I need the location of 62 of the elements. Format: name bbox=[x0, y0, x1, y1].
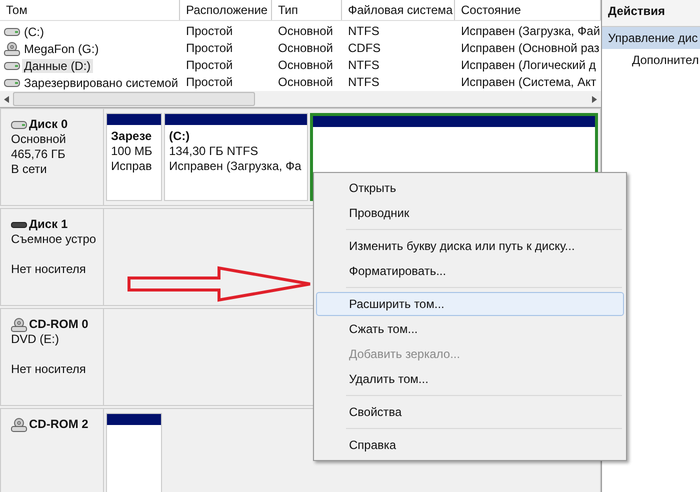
table-cell-text: Простой bbox=[185, 23, 234, 40]
volume-name[interactable]: (C:) bbox=[22, 24, 46, 38]
table-cell-text: Простой bbox=[185, 74, 234, 91]
table-cell-text: Основной bbox=[277, 23, 334, 40]
column-header[interactable]: Состояние bbox=[455, 0, 601, 20]
menu-item[interactable]: Форматировать... bbox=[316, 259, 624, 283]
menu-item[interactable]: Открыть bbox=[316, 176, 624, 200]
table-cell-text: NTFS bbox=[347, 23, 380, 40]
disk-info: Съемное устро bbox=[11, 232, 96, 246]
disk-info: Основной bbox=[11, 132, 66, 146]
volume-name[interactable]: Данные (D:) bbox=[22, 58, 93, 72]
volume-name[interactable]: Зарезервировано системой bbox=[22, 76, 180, 90]
drive-icon bbox=[11, 120, 27, 130]
disk-info: DVD (E:) bbox=[11, 332, 59, 346]
action-item[interactable]: Дополнител bbox=[602, 49, 700, 71]
menu-item[interactable]: Удалить том... bbox=[316, 367, 624, 391]
table-cell-text: Простой bbox=[185, 40, 234, 57]
menu-item[interactable]: Справка bbox=[316, 433, 624, 457]
menu-item[interactable]: Сжать том... bbox=[316, 317, 624, 341]
partition-block[interactable] bbox=[106, 413, 162, 492]
table-cell-text: CDFS bbox=[347, 40, 382, 57]
drive-icon bbox=[4, 78, 20, 88]
partition-block[interactable]: Зарезе 100 МБ Исправ bbox=[106, 113, 162, 201]
column-header[interactable]: Тип bbox=[272, 0, 342, 20]
menu-item[interactable]: Свойства bbox=[316, 400, 624, 424]
menu-item[interactable]: Расширить том... bbox=[316, 292, 624, 316]
action-item[interactable]: Управление дис bbox=[602, 27, 700, 49]
partition-block[interactable]: (C:) 134,30 ГБ NTFS Исправен (Загрузка, Фа bbox=[164, 113, 308, 201]
table-cell-text: Исправен (Система, Акт bbox=[460, 74, 598, 91]
table-cell-text: Исправен (Основной раз bbox=[460, 40, 600, 57]
cd-drive-icon bbox=[11, 418, 27, 432]
cd-drive-icon bbox=[4, 42, 20, 56]
drive-icon bbox=[4, 60, 20, 70]
drive-icon bbox=[4, 26, 20, 36]
disk-info: В сети bbox=[11, 162, 47, 176]
menu-item[interactable]: Проводник bbox=[316, 201, 624, 225]
disk-media-status: Нет носителя bbox=[11, 262, 86, 276]
table-cell-text: NTFS bbox=[347, 74, 380, 91]
table-cell-text: Исправен (Загрузка, Фай bbox=[460, 23, 601, 40]
column-header[interactable]: Том bbox=[0, 0, 180, 20]
volume-name[interactable]: MegaFon (G:) bbox=[22, 42, 101, 56]
table-cell-text: NTFS bbox=[347, 57, 380, 74]
disk-name: Диск 1 bbox=[29, 217, 68, 232]
disk-name: Диск 0 bbox=[29, 117, 68, 132]
disk-media-status: Нет носителя bbox=[11, 362, 86, 376]
disk-name: CD-ROM 0 bbox=[29, 317, 88, 332]
disk-name: CD-ROM 2 bbox=[29, 417, 88, 432]
disk-info: 465,76 ГБ bbox=[11, 147, 66, 161]
table-cell-text: Основной bbox=[277, 74, 334, 91]
table-cell-text: Основной bbox=[277, 40, 334, 57]
scroll-left-icon[interactable] bbox=[4, 96, 9, 102]
table-cell-text: Основной bbox=[277, 57, 334, 74]
scroll-right-icon[interactable] bbox=[592, 96, 597, 102]
column-header[interactable]: Расположение bbox=[180, 0, 272, 20]
panel-title: Действия bbox=[602, 0, 700, 27]
menu-item[interactable]: Изменить букву диска или путь к диску... bbox=[316, 234, 624, 258]
table-cell-text: Исправен (Логический д bbox=[460, 57, 597, 74]
table-cell-text: Простой bbox=[185, 57, 234, 74]
drive-icon bbox=[11, 220, 27, 228]
column-header[interactable]: Файловая система bbox=[342, 0, 455, 20]
cd-drive-icon bbox=[11, 318, 27, 332]
horizontal-scrollbar[interactable] bbox=[0, 91, 601, 107]
